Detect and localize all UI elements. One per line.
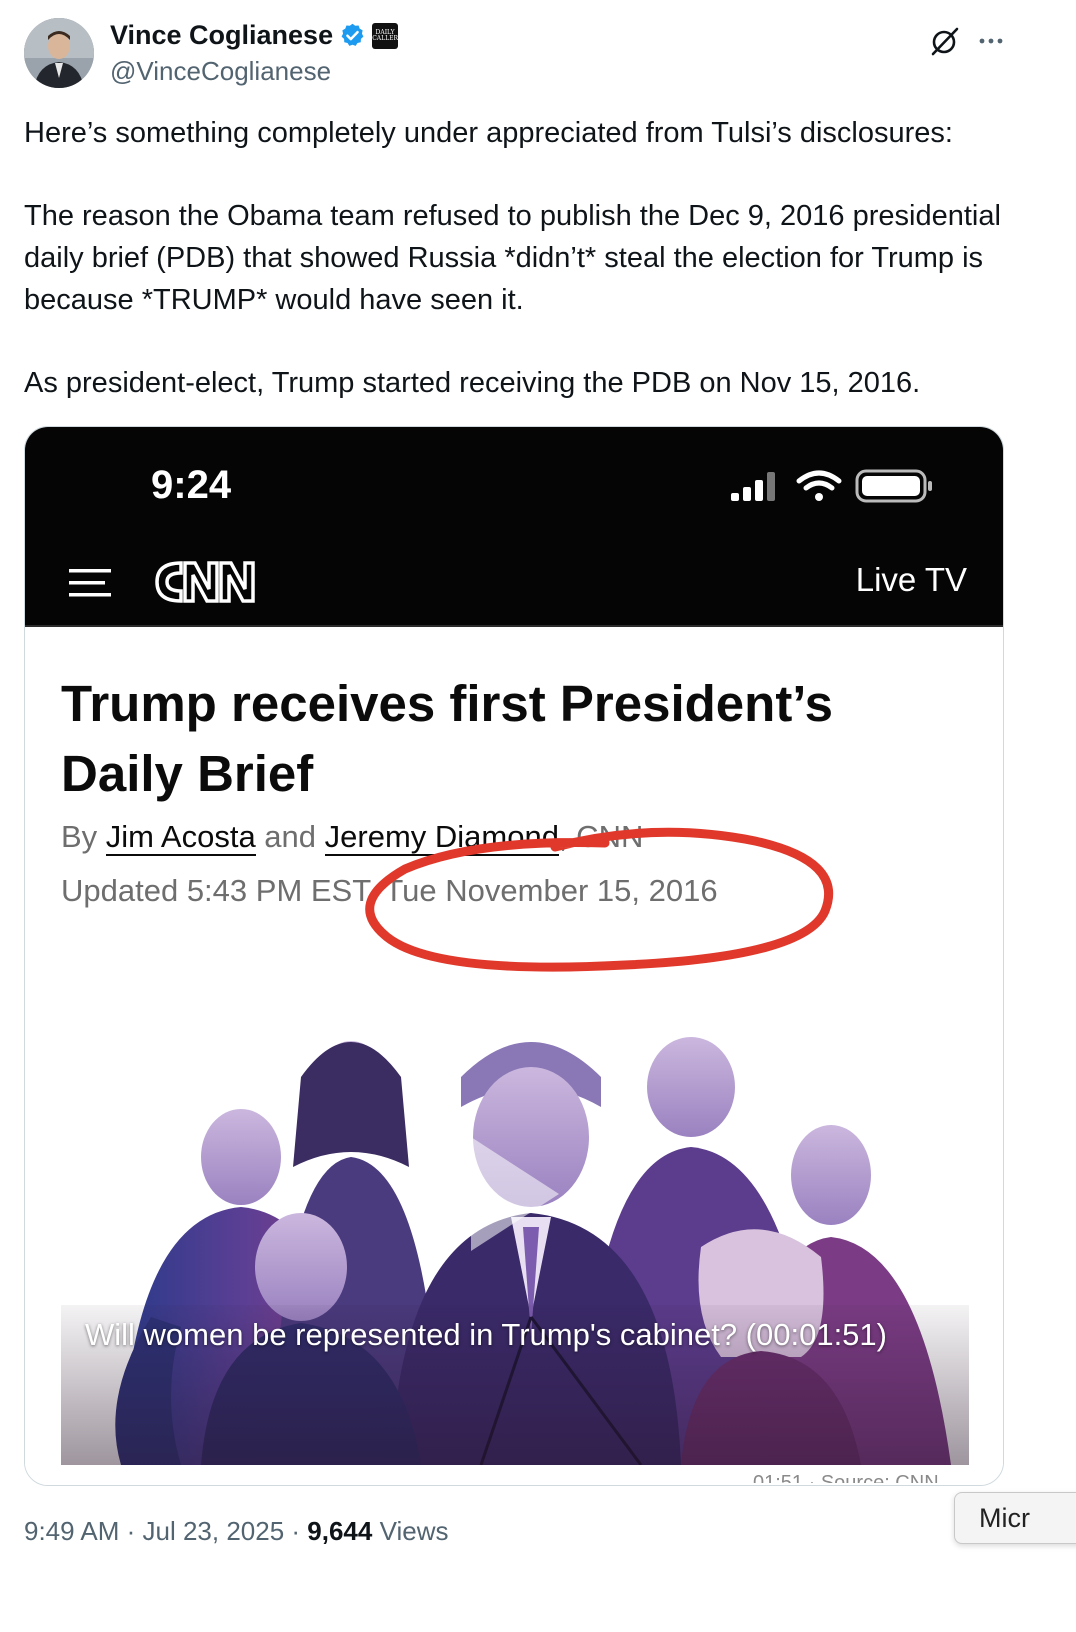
signal-icon: [731, 472, 775, 501]
side-tab-label: Micr: [979, 1503, 1030, 1533]
live-tv-link[interactable]: Live TV: [856, 561, 967, 599]
article-headline: Trump receives first President’s Daily B…: [61, 675, 833, 802]
video-caption: Will women be represented in Trump's cab…: [85, 1317, 887, 1352]
article-body: Trump receives first President’s Daily B…: [25, 629, 1003, 1485]
status-icons: [731, 469, 932, 503]
byline-prefix: By: [61, 819, 106, 854]
view-count: 9,644: [307, 1516, 373, 1546]
battery-icon: [855, 469, 932, 503]
play-icon[interactable]: [465, 1129, 565, 1259]
author-handle[interactable]: @VinceCoglianese: [110, 56, 331, 87]
author-avatar[interactable]: [24, 18, 94, 88]
tweet-paragraph-3: As president-elect, Trump started receiv…: [24, 367, 921, 399]
video-source-line: 01:51 · Source: CNN: [753, 1472, 939, 1483]
byline-suffix: , CNN: [558, 819, 644, 854]
phone-status-bar: 9:24: [25, 427, 1003, 541]
tweet-timestamp[interactable]: 9:49 AM · Jul 23, 2025 ·: [24, 1516, 307, 1546]
views-label: Views: [372, 1516, 449, 1546]
hamburger-menu-icon[interactable]: [69, 565, 111, 601]
affiliate-badge[interactable]: DAILY CALLER: [372, 22, 399, 49]
more-options-icon[interactable]: [974, 24, 1008, 58]
cnn-navbar: Live TV: [25, 541, 1003, 627]
side-tab[interactable]: Micr: [954, 1492, 1076, 1544]
author-link-1[interactable]: Jim Acosta: [105, 819, 256, 856]
status-clock: 9:24: [151, 463, 232, 507]
tweet-header: Vince Coglianese DAILY CALLER @VinceCogl…: [24, 16, 1054, 92]
tweet-metadata: 9:49 AM · Jul 23, 2025 · 9,644 Views: [24, 1516, 448, 1547]
cnn-logo[interactable]: [151, 553, 261, 611]
tweet-paragraph-1: Here’s something completely under apprec…: [24, 117, 953, 149]
wifi-icon: [796, 470, 842, 501]
byline-and: and: [255, 819, 325, 854]
video-player[interactable]: Will women be represented in Trump's cab…: [61, 1017, 969, 1465]
verified-badge-icon[interactable]: [339, 22, 366, 49]
tweet-paragraph-2: The reason the Obama team refused to pub…: [24, 200, 1009, 316]
avatar-image: [24, 18, 94, 88]
article-byline: By Jim Acosta and Jeremy Diamond, CNN: [61, 819, 644, 856]
tweet-media-image[interactable]: 9:24 Live TV Trump receives first Presid…: [24, 426, 1004, 1486]
grok-icon[interactable]: [928, 24, 962, 58]
article-updated-timestamp: Updated 5:43 PM EST, Tue November 15, 20…: [61, 873, 718, 908]
author-display-name[interactable]: Vince Coglianese: [110, 20, 333, 51]
author-link-2[interactable]: Jeremy Diamond: [324, 819, 559, 856]
tweet-text: Here’s something completely under apprec…: [24, 112, 1024, 404]
affiliate-badge-line-2: CALLER: [372, 34, 398, 42]
name-row: Vince Coglianese DAILY CALLER: [110, 20, 399, 51]
